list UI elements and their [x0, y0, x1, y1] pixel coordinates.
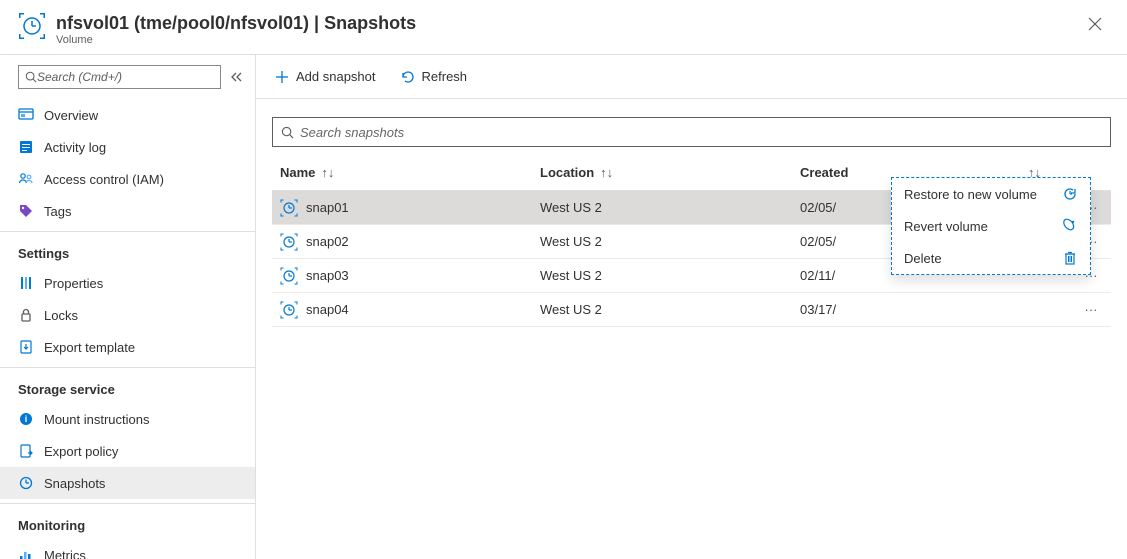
refresh-button[interactable]: Refresh	[390, 61, 478, 93]
sidebar-item-overview[interactable]: Overview	[0, 99, 255, 131]
sidebar-item-metrics[interactable]: Metrics	[0, 539, 255, 559]
delete-icon	[1062, 250, 1078, 266]
snapshot-icon	[280, 267, 298, 285]
snapshot-icon	[280, 301, 298, 319]
sidebar: Overview Activity log Access control (IAM)…	[0, 55, 256, 559]
sidebar-section-label: Storage service	[0, 372, 255, 403]
activity-log-icon	[18, 139, 34, 155]
sidebar-item-label: Overview	[44, 108, 98, 123]
sidebar-item-label: Activity log	[44, 140, 106, 155]
toolbar: Add snapshot Refresh	[256, 55, 1127, 99]
sidebar-item-label: Metrics	[44, 548, 86, 559]
sort-icon: ↑↓	[321, 165, 334, 180]
snapshot-location: West US 2	[540, 234, 800, 249]
collapse-sidebar-button[interactable]	[231, 71, 243, 83]
sidebar-item-label: Access control (IAM)	[44, 172, 164, 187]
snapshots-icon	[18, 475, 34, 491]
column-header-location[interactable]: Location ↑↓	[540, 165, 800, 180]
sidebar-item-export-template[interactable]: Export template	[0, 331, 255, 363]
sidebar-item-tags[interactable]: Tags	[0, 195, 255, 227]
tags-icon	[18, 203, 34, 219]
restore-icon	[1062, 186, 1078, 202]
main-content: Add snapshot Refresh Name	[256, 55, 1127, 559]
overview-icon	[18, 107, 34, 123]
sidebar-item-label: Locks	[44, 308, 78, 323]
snapshot-name: snap03	[306, 268, 349, 283]
refresh-label: Refresh	[422, 69, 468, 84]
sidebar-item-label: Export policy	[44, 444, 118, 459]
export-template-icon	[18, 339, 34, 355]
properties-icon	[18, 275, 34, 291]
snapshot-icon	[280, 199, 298, 217]
add-snapshot-label: Add snapshot	[296, 69, 376, 84]
sidebar-item-properties[interactable]: Properties	[0, 267, 255, 299]
sidebar-item-label: Export template	[44, 340, 135, 355]
column-header-name[interactable]: Name ↑↓	[280, 165, 540, 180]
table-row[interactable]: snap04 West US 203/17/···	[272, 293, 1111, 327]
snapshot-location: West US 2	[540, 200, 800, 215]
sidebar-item-snapshots[interactable]: Snapshots	[0, 467, 255, 499]
snapshot-search[interactable]	[272, 117, 1111, 147]
sidebar-item-label: Snapshots	[44, 476, 105, 491]
sidebar-item-label: Tags	[44, 204, 71, 219]
snapshot-name: snap04	[306, 302, 349, 317]
sidebar-item-export-policy[interactable]: Export policy	[0, 435, 255, 467]
sidebar-section-label: Monitoring	[0, 508, 255, 539]
snapshot-search-input[interactable]	[300, 125, 1102, 140]
svg-text:i: i	[25, 414, 28, 424]
context-menu-restore[interactable]: Restore to new volume	[892, 178, 1090, 210]
snapshot-location: West US 2	[540, 302, 800, 317]
sidebar-item-access-control-iam-[interactable]: Access control (IAM)	[0, 163, 255, 195]
sort-icon: ↑↓	[600, 165, 613, 180]
snapshot-location: West US 2	[540, 268, 800, 283]
access-control-icon	[18, 171, 34, 187]
blade-subtitle: Volume	[56, 34, 1083, 46]
snapshot-icon	[280, 233, 298, 251]
sidebar-search[interactable]	[18, 65, 221, 89]
revert-icon	[1062, 218, 1078, 234]
sidebar-search-input[interactable]	[37, 70, 214, 84]
blade-title: nfsvol01 (tme/pool0/nfsvol01) | Snapshot…	[56, 12, 1083, 34]
metrics-icon	[18, 547, 34, 559]
close-button[interactable]	[1083, 12, 1107, 36]
mount-icon: i	[18, 411, 34, 427]
sidebar-item-mount-instructions[interactable]: i Mount instructions	[0, 403, 255, 435]
row-more-button[interactable]: ···	[1071, 302, 1111, 317]
blade-header: nfsvol01 (tme/pool0/nfsvol01) | Snapshot…	[0, 0, 1127, 55]
search-icon	[281, 126, 294, 139]
sidebar-item-label: Mount instructions	[44, 412, 150, 427]
snapshot-name: snap01	[306, 200, 349, 215]
plus-icon	[274, 69, 290, 85]
sidebar-item-label: Properties	[44, 276, 103, 291]
snapshot-created: 03/17/	[800, 302, 1071, 317]
locks-icon	[18, 307, 34, 323]
context-menu-delete[interactable]: Delete	[892, 242, 1090, 274]
row-context-menu: Restore to new volume Revert volume Dele…	[891, 177, 1091, 275]
sidebar-item-activity-log[interactable]: Activity log	[0, 131, 255, 163]
export-policy-icon	[18, 443, 34, 459]
refresh-icon	[400, 69, 416, 85]
context-menu-revert[interactable]: Revert volume	[892, 210, 1090, 242]
sidebar-item-locks[interactable]: Locks	[0, 299, 255, 331]
add-snapshot-button[interactable]: Add snapshot	[264, 61, 386, 93]
volume-snapshot-icon	[18, 12, 46, 40]
search-icon	[25, 71, 37, 83]
sidebar-section-label: Settings	[0, 236, 255, 267]
snapshot-name: snap02	[306, 234, 349, 249]
